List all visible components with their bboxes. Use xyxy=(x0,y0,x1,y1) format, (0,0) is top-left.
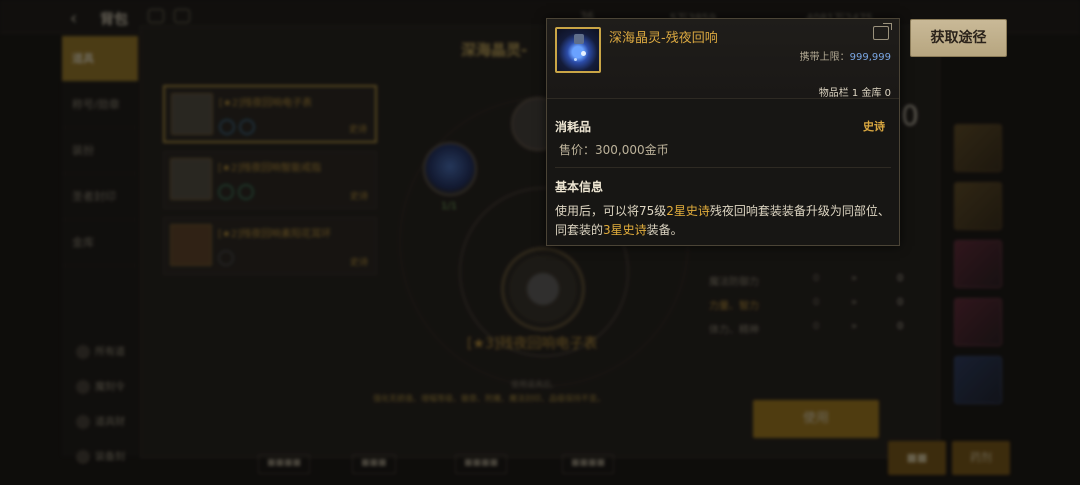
storage-count: 物品栏 1 金库 0 xyxy=(818,88,891,99)
overlay-dim xyxy=(0,0,1080,485)
basic-info-title: 基本信息 xyxy=(555,180,604,194)
item-type: 消耗品 xyxy=(555,120,592,134)
get-source-button[interactable]: 获取途径 xyxy=(910,19,1007,57)
rarity-label: 史诗 xyxy=(863,120,885,133)
tooltip-header: 深海晶灵-残夜回响 携带上限：999,999 物品栏 1 金库 0 xyxy=(547,19,899,99)
item-name: 深海晶灵-残夜回响 xyxy=(609,31,718,46)
carry-limit: 携带上限：999,999 xyxy=(799,52,891,63)
share-icon[interactable] xyxy=(873,23,892,40)
sell-price: 售价：300,000金币 xyxy=(559,143,669,157)
item-tooltip: 深海晶灵-残夜回响 携带上限：999,999 物品栏 1 金库 0 消耗品 史诗… xyxy=(546,18,900,246)
potion-bottle-icon xyxy=(555,27,601,73)
item-description: 使用后，可以将75级2星史诗残夜回响套装装备升级为同部位、同套装的3星史诗装备。 xyxy=(555,204,890,237)
carry-limit-value: 999,999 xyxy=(849,52,891,63)
divider xyxy=(555,167,891,168)
